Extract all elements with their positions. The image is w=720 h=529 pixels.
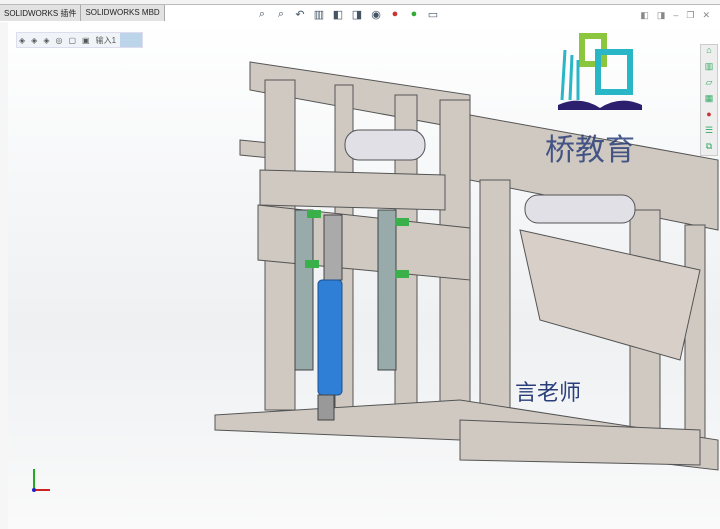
reference-triad (32, 469, 50, 492)
assembly-model[interactable] (0, 0, 720, 529)
watermark-brand: 桥教育 (545, 133, 635, 168)
watermark-teacher: 言老师 (515, 381, 582, 406)
logo (558, 33, 642, 110)
